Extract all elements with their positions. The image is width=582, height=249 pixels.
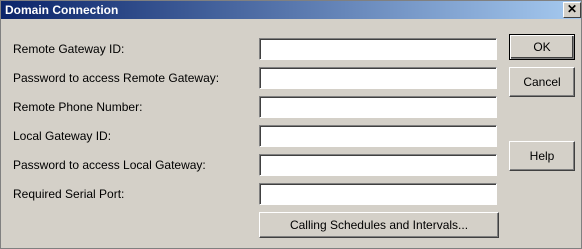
window-title: Domain Connection: [5, 3, 119, 17]
dialog-window: Domain Connection ✕ Remote Gateway ID: P…: [0, 0, 582, 249]
calling-schedules-button[interactable]: Calling Schedules and Intervals...: [259, 212, 499, 238]
required-serial-port-label: Required Serial Port:: [13, 187, 125, 201]
help-button[interactable]: Help: [509, 141, 575, 171]
local-gateway-id-label: Local Gateway ID:: [13, 129, 112, 143]
ok-button[interactable]: OK: [509, 34, 575, 60]
remote-phone-number-input[interactable]: [259, 96, 497, 118]
remote-phone-number-label: Remote Phone Number:: [13, 100, 143, 114]
local-gateway-id-input[interactable]: [259, 125, 497, 147]
remote-gateway-id-input[interactable]: [259, 38, 497, 60]
close-icon: ✕: [566, 2, 578, 16]
remote-gateway-id-label: Remote Gateway ID:: [13, 42, 125, 56]
cancel-button[interactable]: Cancel: [509, 67, 575, 97]
local-gateway-password-input[interactable]: [259, 154, 497, 176]
local-gateway-password-label: Password to access Local Gateway:: [13, 158, 206, 172]
close-button[interactable]: ✕: [563, 2, 581, 18]
remote-gateway-password-input[interactable]: [259, 67, 497, 89]
required-serial-port-input[interactable]: [259, 183, 497, 205]
title-bar[interactable]: Domain Connection ✕: [1, 1, 581, 19]
remote-gateway-password-label: Password to access Remote Gateway:: [13, 71, 220, 85]
